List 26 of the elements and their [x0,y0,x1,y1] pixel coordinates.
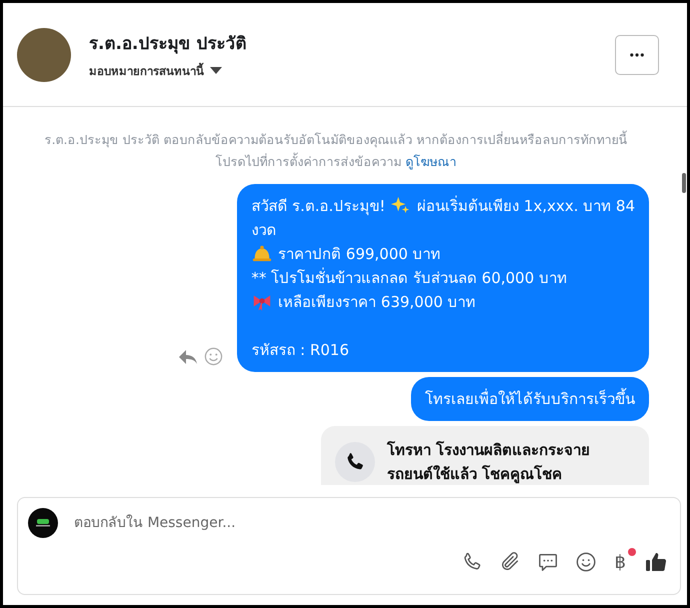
contact-name: ร.ต.อ.ประมุข ประวัติ [89,33,248,56]
view-ad-link[interactable]: ดูโฆษณา [405,154,456,169]
assign-dropdown[interactable]: มอบหมายการสนทนานี้ [89,62,222,80]
message-text: เหลือเพียงราคา 639,000 บาท [278,293,476,311]
message-text: ** โปรโมชั่นข้าวแลกลด รับส่วนลด 60,000 บาท [251,269,567,287]
page-logo-icon [28,508,58,538]
reply-input[interactable]: ตอบกลับใน Messenger... [72,514,670,532]
message-text: ผ่อนเริ่มต้นเพียง 1x,xxx. บาท 84 [417,197,635,215]
call-card-title: โทรหา โรงงานผลิตและกระจายรถยนต์ใช้แล้ว โชคคูณโชค [387,440,592,485]
emoji-icon[interactable] [574,551,597,573]
message-text: โทรเลยเพื่อให้ได้รับบริการเร็วขึ้น [425,390,635,408]
reply-icon[interactable] [178,348,198,364]
more-icon [630,52,644,56]
call-card[interactable]: โทรหา โรงงานผลิตและกระจายรถยนต์ใช้แล้ว โชคคูณโชค [321,426,649,485]
scrollbar[interactable] [682,173,686,193]
chat-bubble-icon[interactable] [536,551,559,573]
payment-button[interactable]: ฿ [612,552,628,572]
bell-icon [251,243,274,263]
message-text: ราคาปกติ 699,000 บาท [278,245,441,263]
message-text: สวัสดี ร.ต.อ.ประมุข! [251,197,386,215]
auto-reply-notice: ร.ต.อ.ประมุข ประวัติ ตอบกลับข้อความต้อนรับอัตโนมัติของคุณแล้ว หากต้องการเปลี่ยนหรือลบการทักทายนี้ โปรดไปที่การตั้งค่าการส่งข้อความ ดูโฆษณา [44,130,628,172]
message-text: รหัสรถ : R016 [251,341,350,359]
message-text: งวด [251,221,276,239]
photo-placeholder [17,28,71,82]
thumbs-up-icon[interactable] [644,550,668,574]
caret-icon [210,67,222,75]
